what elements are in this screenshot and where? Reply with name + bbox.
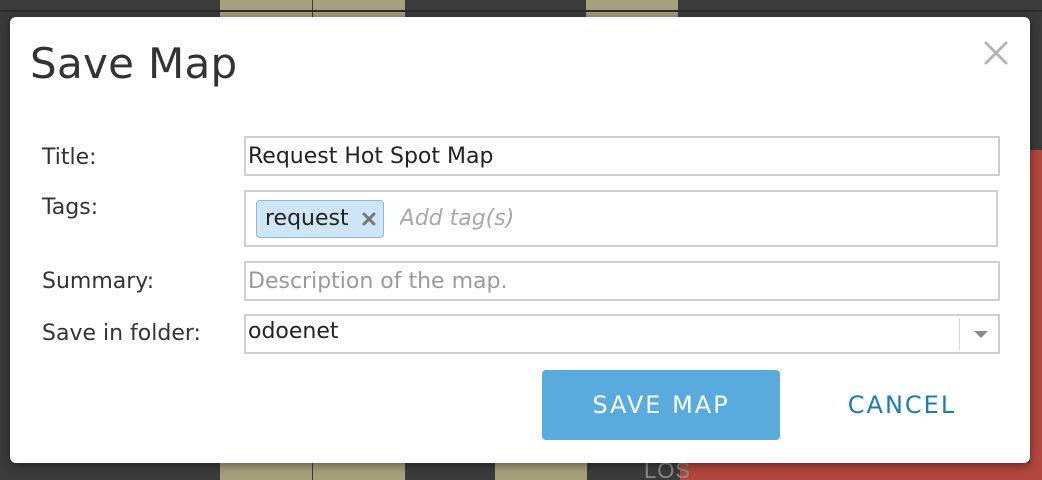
- map-block: [220, 0, 312, 17]
- folder-select[interactable]: odoenet: [244, 314, 1000, 354]
- save-map-dialog: Save Map Title: Tags: request Summary: S…: [10, 17, 1030, 463]
- map-red-region: [1030, 150, 1042, 480]
- tag-chip-label: request: [265, 206, 349, 231]
- close-icon[interactable]: [982, 39, 1010, 67]
- summary-label: Summary:: [42, 269, 155, 294]
- tag-chip: request: [256, 199, 384, 238]
- map-block: [313, 0, 405, 17]
- map-red-region: [680, 463, 1042, 480]
- save-map-button[interactable]: SAVE MAP: [542, 370, 780, 440]
- tag-input[interactable]: [397, 205, 702, 232]
- folder-label: Save in folder:: [42, 321, 201, 346]
- title-label: Title:: [42, 145, 97, 170]
- close-icon[interactable]: [361, 211, 377, 227]
- map-block: [313, 463, 405, 480]
- map-block: [495, 463, 587, 480]
- tags-field[interactable]: request: [244, 190, 998, 247]
- dialog-title: Save Map: [30, 39, 238, 88]
- map-block: [220, 463, 312, 480]
- chevron-down-icon[interactable]: [972, 328, 990, 340]
- map-road: [0, 10, 1042, 12]
- summary-input[interactable]: [244, 261, 1000, 301]
- select-divider: [959, 318, 960, 350]
- cancel-button[interactable]: CANCEL: [822, 370, 982, 440]
- title-input[interactable]: [244, 136, 1000, 176]
- tags-label: Tags:: [42, 195, 99, 220]
- map-block: [586, 0, 678, 17]
- folder-value: odoenet: [248, 319, 339, 344]
